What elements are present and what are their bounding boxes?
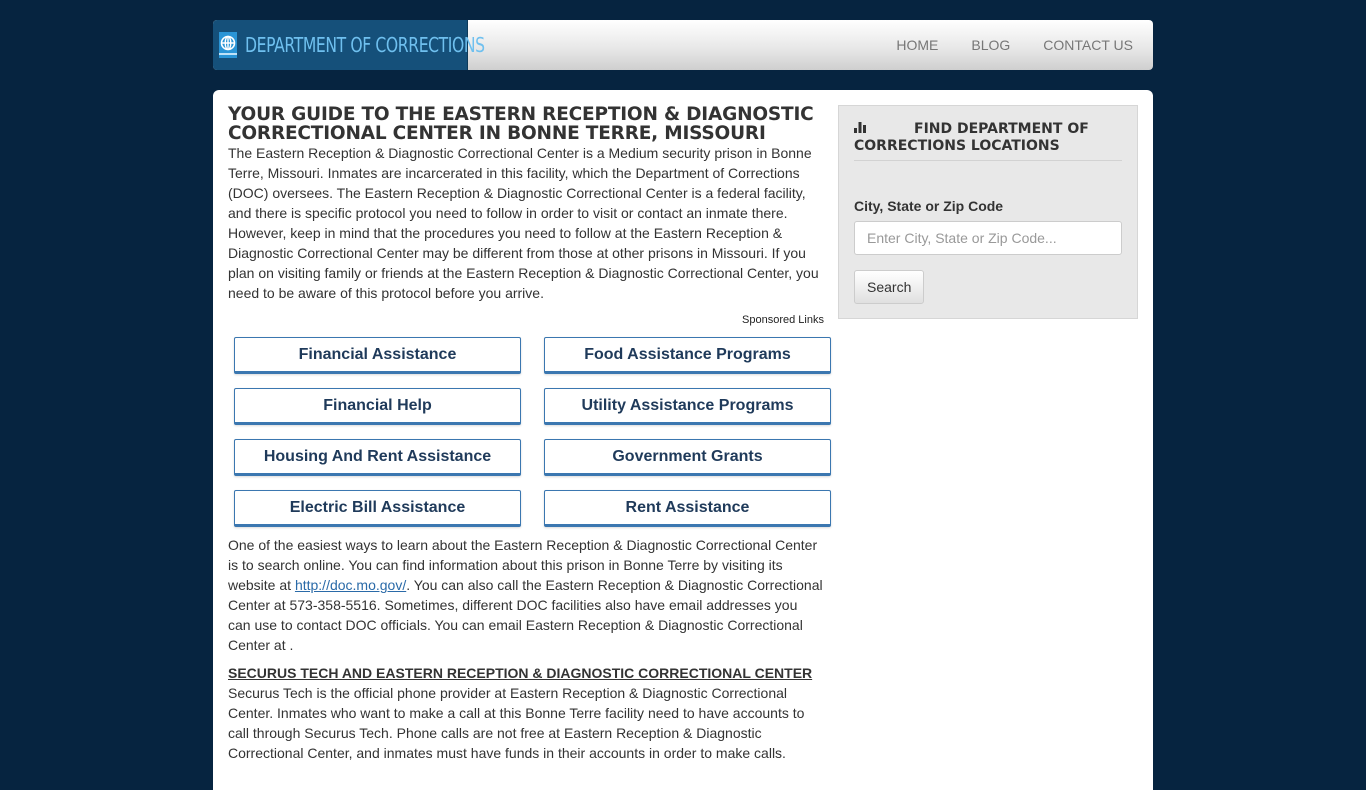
ad-link-financial-help[interactable]: Financial Help bbox=[234, 388, 521, 425]
top-navbar: DEPARTMENT OF CORRECTIONS HOME BLOG CONT… bbox=[213, 20, 1153, 70]
content-container: YOUR GUIDE TO THE EASTERN RECEPTION & DI… bbox=[213, 90, 1153, 790]
ad-link-utility-assistance-programs[interactable]: Utility Assistance Programs bbox=[544, 388, 831, 425]
ad-link-government-grants[interactable]: Government Grants bbox=[544, 439, 831, 476]
bar-chart-icon bbox=[854, 121, 914, 138]
ad-link-financial-assistance[interactable]: Financial Assistance bbox=[234, 337, 521, 374]
ad-link-electric-bill-assistance[interactable]: Electric Bill Assistance bbox=[234, 490, 521, 527]
ad-link-rent-assistance[interactable]: Rent Assistance bbox=[544, 490, 831, 527]
nav-home[interactable]: HOME bbox=[896, 37, 938, 53]
sponsored-links-grid: Financial Assistance Food Assistance Pro… bbox=[234, 337, 831, 527]
location-search-panel: FIND DEPARTMENT OF CORRECTIONS LOCATIONS… bbox=[838, 105, 1138, 319]
sponsored-links-label: Sponsored Links bbox=[742, 314, 824, 326]
nav-contact-us[interactable]: CONTACT US bbox=[1043, 37, 1133, 53]
ad-link-housing-and-rent-assistance[interactable]: Housing And Rent Assistance bbox=[234, 439, 521, 476]
securus-section-heading: SECURUS TECH AND EASTERN RECEPTION & DIA… bbox=[228, 665, 813, 681]
securus-paragraph: Securus Tech is the official phone provi… bbox=[228, 685, 805, 761]
location-search-input[interactable] bbox=[854, 221, 1122, 255]
main-nav: HOME BLOG CONTACT US bbox=[863, 20, 1133, 70]
location-field-label: City, State or Zip Code bbox=[854, 198, 1004, 214]
doc-website-link[interactable]: http://doc.mo.gov/ bbox=[295, 577, 406, 593]
main-column: YOUR GUIDE TO THE EASTERN RECEPTION & DI… bbox=[228, 104, 831, 763]
globe-badge-icon bbox=[219, 32, 237, 58]
nav-blog[interactable]: BLOG bbox=[971, 37, 1010, 53]
brand-logo-link[interactable]: DEPARTMENT OF CORRECTIONS bbox=[213, 20, 485, 70]
brand-name: DEPARTMENT OF CORRECTIONS bbox=[245, 33, 485, 57]
sidebar-title: FIND DEPARTMENT OF CORRECTIONS LOCATIONS bbox=[854, 121, 1122, 161]
search-button[interactable]: Search bbox=[854, 270, 925, 304]
ad-link-food-assistance-programs[interactable]: Food Assistance Programs bbox=[544, 337, 831, 374]
intro-paragraph: The Eastern Reception & Diagnostic Corre… bbox=[228, 145, 819, 301]
contact-paragraph: One of the easiest ways to learn about t… bbox=[228, 535, 823, 655]
page-title: YOUR GUIDE TO THE EASTERN RECEPTION & DI… bbox=[228, 104, 814, 144]
